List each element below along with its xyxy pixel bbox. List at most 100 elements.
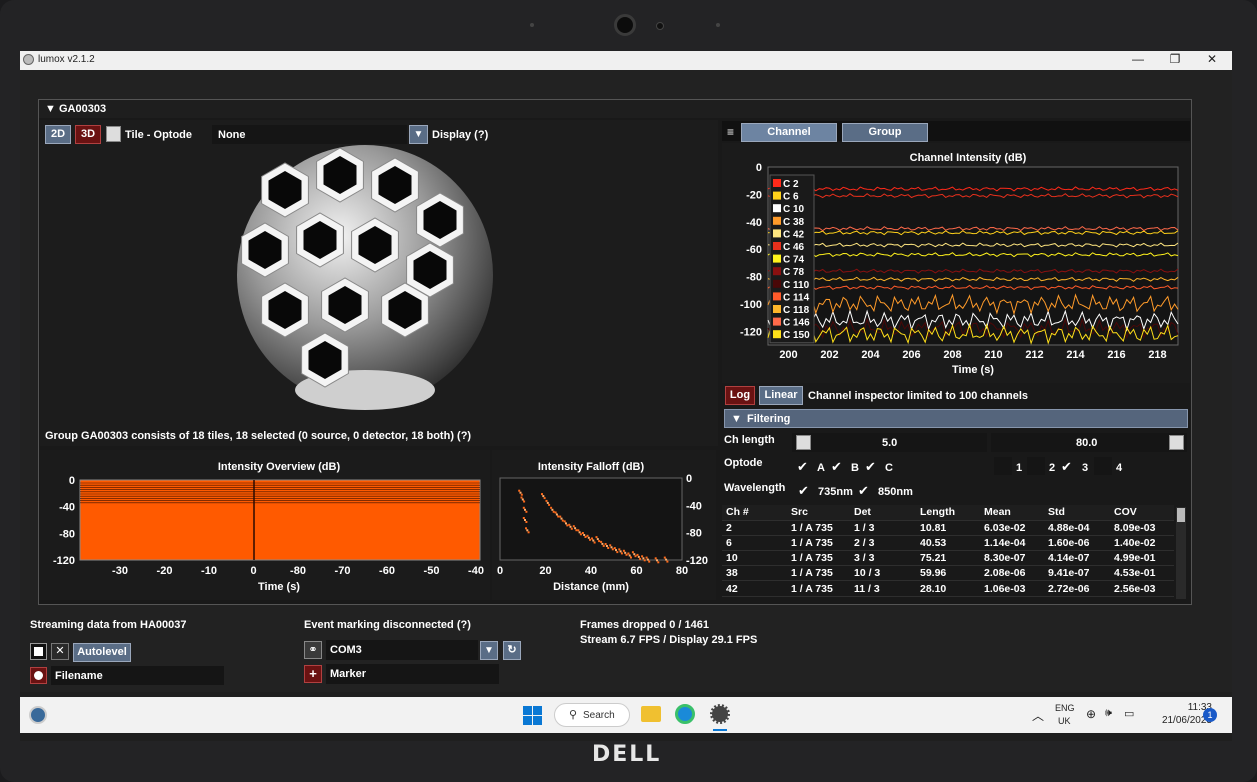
column-header[interactable]: Det xyxy=(850,505,916,521)
slider-handle[interactable] xyxy=(1169,435,1184,450)
file-explorer-icon[interactable] xyxy=(641,706,661,722)
x-tick-label: -60 xyxy=(379,565,395,577)
marker-input[interactable]: Marker xyxy=(326,664,499,684)
x-tick-label: -40 xyxy=(468,565,484,577)
data-point xyxy=(525,521,528,523)
filtering-collapse-icon[interactable]: ▼ xyxy=(731,413,742,425)
windows-start-icon[interactable] xyxy=(523,706,542,725)
data-point xyxy=(542,495,545,498)
ch-length-max-slider[interactable]: 80.0 xyxy=(991,433,1187,452)
column-header[interactable]: Mean xyxy=(980,505,1044,521)
data-point xyxy=(541,493,543,496)
data-point xyxy=(566,524,569,527)
com-port-select[interactable]: COM3 xyxy=(326,640,478,660)
network-icon[interactable]: ⊕ xyxy=(1086,707,1096,721)
data-point xyxy=(627,552,630,555)
chevron-up-icon[interactable]: ︿ xyxy=(1032,707,1044,724)
y-tick-label: 0 xyxy=(69,475,75,487)
display-select-value: None xyxy=(218,129,246,141)
linear-button[interactable]: Linear xyxy=(759,386,803,405)
data-point xyxy=(559,515,562,518)
close-button[interactable]: ✕ xyxy=(1192,52,1232,66)
tile-optode-checkbox[interactable] xyxy=(106,126,121,142)
minimize-button[interactable]: — xyxy=(1118,52,1158,66)
tab-channel-inspector[interactable]: Channel Inspector xyxy=(741,123,837,155)
data-point xyxy=(578,531,581,534)
data-point xyxy=(579,533,582,536)
table-cell: 1 / A 735 xyxy=(787,580,850,597)
legend-swatch xyxy=(773,204,781,213)
link-icon[interactable]: ⚭ xyxy=(304,641,322,659)
optode-b-checkbox[interactable]: ✔ xyxy=(831,459,842,475)
table-scrollbar[interactable] xyxy=(1176,507,1186,599)
taskbar-search[interactable]: ⚲ Search xyxy=(554,703,630,727)
ch-length-label: Ch length xyxy=(724,434,775,446)
optode-a-checkbox[interactable]: ✔ xyxy=(797,459,808,475)
slider-handle[interactable] xyxy=(796,435,811,450)
tab-group-inspector[interactable]: Group Inspector xyxy=(842,123,928,155)
table-row[interactable]: 10 1 / A 735 3 / 3 75.21 8.30e-07 4.14e-07 4.9… xyxy=(722,550,1174,567)
view-2d-button[interactable]: 2D xyxy=(45,125,71,144)
scrollbar-thumb[interactable] xyxy=(1177,508,1185,522)
table-row[interactable]: 61 / A 735 2 / 3 40.53 1.14e-04 1.60e-06 1.40… xyxy=(722,535,1174,552)
chevron-down-icon[interactable]: ▼ xyxy=(480,641,498,660)
wavelength-735-checkbox[interactable]: ✔ xyxy=(798,483,809,499)
table-row[interactable]: 38 1 / A 735 10 / 3 59.96 2.08e-06 9.41e-07 4.… xyxy=(722,565,1174,582)
column-header[interactable]: Src xyxy=(787,505,850,521)
group-header[interactable]: ▼ GA00303 xyxy=(39,100,1191,118)
optode-3-checkbox[interactable]: ✔ xyxy=(1061,459,1072,475)
table-cell: 2 xyxy=(722,520,787,536)
optode-3-label: 3 xyxy=(1082,462,1089,474)
language-region[interactable]: UK xyxy=(1058,716,1071,726)
x-tick-label: 40 xyxy=(585,565,597,577)
column-header[interactable]: Ch # xyxy=(722,505,787,521)
optode-1-checkbox[interactable] xyxy=(994,457,1012,475)
volume-icon[interactable]: 🕪 xyxy=(1105,707,1112,720)
head-model-3d[interactable] xyxy=(225,145,515,415)
stop-button[interactable] xyxy=(30,643,47,660)
optode-4-checkbox[interactable] xyxy=(1094,457,1112,475)
notification-badge[interactable]: 1 xyxy=(1203,708,1217,722)
add-marker-icon[interactable]: + xyxy=(304,665,322,683)
column-header[interactable]: COV xyxy=(1110,505,1174,521)
filename-input[interactable]: Filename xyxy=(51,666,224,685)
display-select[interactable]: None xyxy=(212,125,407,144)
data-point xyxy=(561,519,564,522)
language-code[interactable]: ENG xyxy=(1055,703,1075,713)
data-point xyxy=(526,529,529,532)
weather-icon[interactable] xyxy=(29,706,47,724)
record-button[interactable] xyxy=(30,667,47,684)
edge-icon[interactable] xyxy=(675,704,695,724)
column-header[interactable]: Std xyxy=(1044,505,1110,521)
ch-length-min-slider[interactable]: 5.0 xyxy=(792,433,987,452)
battery-icon[interactable]: ▭ xyxy=(1124,707,1134,720)
x-tick-label: -20 xyxy=(157,565,173,577)
x-tick-label: -30 xyxy=(112,565,128,577)
lumox-app-icon[interactable] xyxy=(710,704,730,724)
log-button[interactable]: Log xyxy=(725,386,755,405)
y-tick-label: -40 xyxy=(59,502,75,514)
restore-button[interactable]: ❐ xyxy=(1155,52,1195,66)
optode-2-checkbox[interactable] xyxy=(1027,457,1045,475)
optode-c-checkbox[interactable]: ✔ xyxy=(865,459,876,475)
data-point xyxy=(563,520,566,523)
refresh-icon[interactable]: ↻ xyxy=(503,641,521,660)
column-header[interactable]: Length xyxy=(916,505,980,521)
data-point xyxy=(548,503,551,506)
table-row[interactable]: 21 / A 735 1 / 3 10.81 6.03e-02 4.88e-04 8.09… xyxy=(722,520,1174,536)
autolevel-button[interactable]: Autolevel xyxy=(73,643,131,662)
table-cell: 6.03e-02 xyxy=(980,520,1044,536)
wavelength-850-checkbox[interactable]: ✔ xyxy=(858,483,869,499)
data-point xyxy=(654,557,657,560)
view-3d-button[interactable]: 3D xyxy=(75,125,101,144)
filtering-header[interactable]: ▼ Filtering xyxy=(724,409,1188,428)
legend-label: C 38 xyxy=(783,217,805,228)
chevron-down-icon[interactable]: ▼ xyxy=(409,125,428,144)
table-row[interactable]: 42 1 / A 735 11 / 3 28.10 1.06e-03 2.72e-06 2.… xyxy=(722,580,1174,597)
group-collapse-icon[interactable]: ▼ xyxy=(45,103,56,115)
y-tick-label: -60 xyxy=(746,244,762,256)
menu-icon[interactable]: ≡ xyxy=(727,125,734,139)
unlink-icon[interactable]: ✕ xyxy=(51,643,69,660)
wavelength-735-label: 735nm xyxy=(818,486,853,498)
event-marking-label: Event marking disconnected (?) xyxy=(304,619,471,631)
